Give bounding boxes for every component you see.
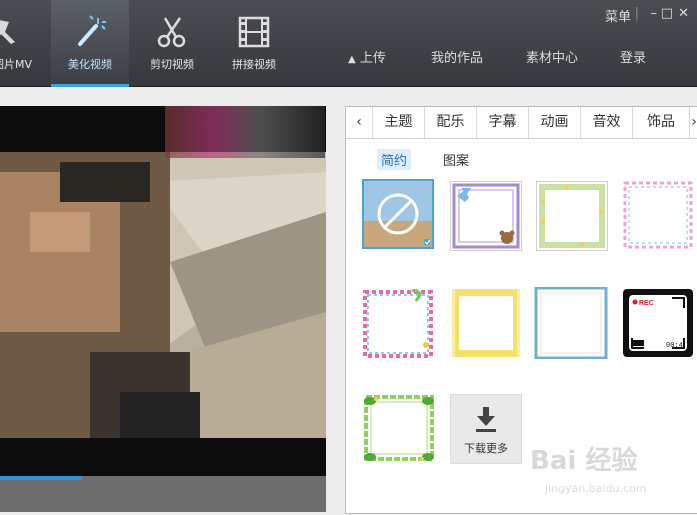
login-link[interactable]: 登录 [620, 47, 646, 66]
tab-sound-effect[interactable]: 音效 [581, 107, 633, 138]
tool-label: 拼接视频 [232, 58, 276, 71]
tab-music[interactable]: 配乐 [425, 107, 477, 138]
frame-yellow-scallop[interactable] [450, 287, 522, 357]
blurred-overlay [165, 106, 325, 158]
tabs-prev-icon[interactable]: ‹ [346, 107, 373, 138]
tool-label: 美化视频 [68, 58, 112, 71]
subtab-simple[interactable]: 简约 [377, 149, 412, 170]
frame-blue-simple[interactable] [534, 287, 608, 359]
film-strip-icon [236, 14, 272, 50]
scissors-icon [154, 14, 190, 50]
close-button[interactable]: ✕ [678, 6, 689, 21]
magic-wand-icon [72, 14, 108, 50]
menu-divider: | [634, 6, 639, 21]
video-preview[interactable] [0, 106, 326, 476]
minimize-button[interactable]: – [651, 6, 658, 21]
tab-subtitle[interactable]: 字幕 [477, 107, 529, 138]
tab-decoration[interactable]: 饰品 [633, 107, 690, 138]
playback-progress [0, 476, 82, 480]
materials-link[interactable]: 素材中心 [526, 47, 578, 66]
tabs-next-icon[interactable]: › [690, 107, 697, 138]
tab-animation[interactable]: 动画 [529, 107, 581, 138]
watermark-url: jingyan.baidu.com [545, 482, 647, 495]
upload-arrow-icon: ▲ [348, 54, 356, 65]
upload-label: 上传 [359, 51, 386, 66]
tool-beautify-video[interactable]: 美化视频 [51, 0, 129, 87]
download-icon [476, 407, 496, 432]
frame-colorful-stripes[interactable] [362, 287, 434, 358]
playback-track[interactable] [0, 476, 326, 512]
maximize-button[interactable]: □ [661, 6, 673, 21]
menu-button[interactable]: 菜单 [605, 6, 631, 25]
frame-none[interactable] [362, 179, 434, 249]
download-more-button[interactable]: 下载更多 [450, 394, 522, 464]
rec-label: REC [639, 300, 654, 307]
subtab-pattern[interactable]: 图案 [439, 149, 473, 170]
tool-label: 图片MV [0, 58, 32, 71]
download-more-label: 下载更多 [464, 442, 508, 455]
watermark: Bai 经验 [530, 446, 638, 476]
tool-cut-video[interactable]: 剪切视频 [140, 0, 204, 84]
frame-rec-camera[interactable]: REC 00:4 [622, 288, 694, 358]
tab-theme[interactable]: 主题 [373, 107, 425, 138]
photo-mv-icon [0, 14, 25, 50]
frame-pastel-dots[interactable] [623, 181, 695, 251]
tool-join-video[interactable]: 拼接视频 [222, 0, 286, 84]
my-works-link[interactable]: 我的作品 [431, 47, 483, 66]
tool-label: 剪切视频 [150, 58, 194, 71]
frame-green-leaves[interactable] [362, 391, 434, 461]
decoration-panel: ‹ 主题 配乐 字幕 动画 音效 饰品 › 简约 图案 REC 00:4 下载更… [345, 106, 697, 514]
video-frame-image [0, 152, 326, 476]
top-toolbar: 图片MV 美化视频 剪切视频 [0, 0, 697, 87]
tool-photo-mv[interactable]: 图片MV [0, 0, 34, 84]
frame-ribbon-bear[interactable] [450, 181, 522, 251]
rec-time: 00:4 [666, 342, 683, 350]
category-tabs: ‹ 主题 配乐 字幕 动画 音效 饰品 › [346, 107, 697, 139]
upload-link[interactable]: ▲ 上传 [348, 47, 386, 66]
frame-green-dots[interactable] [536, 181, 608, 251]
